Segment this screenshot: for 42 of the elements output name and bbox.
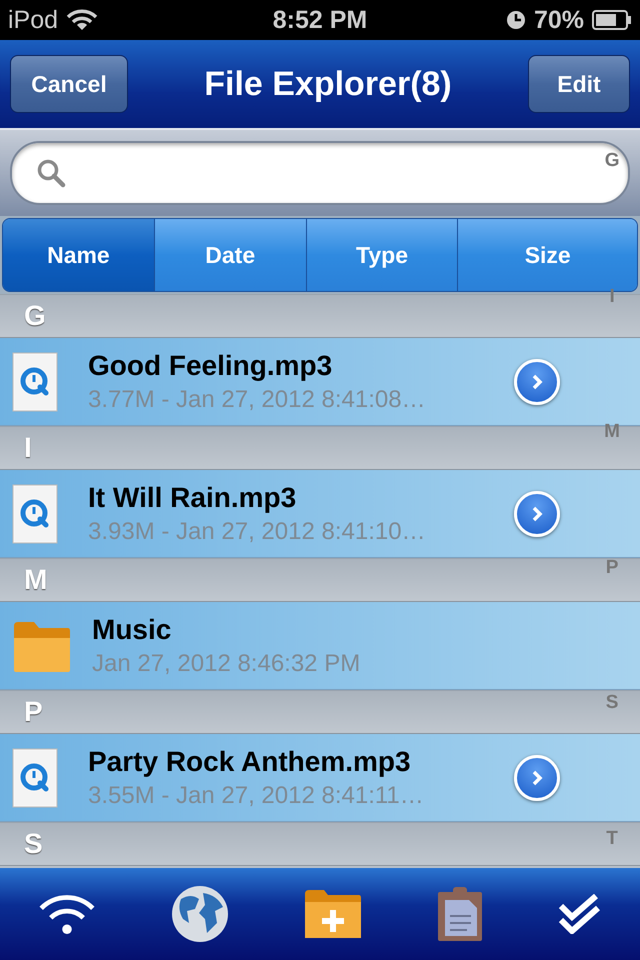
screen-title: File Explorer(8)	[204, 64, 452, 104]
cancel-button[interactable]: Cancel	[10, 55, 128, 113]
sort-tab[interactable]: Name	[3, 219, 155, 291]
file-name: Music	[92, 614, 172, 646]
file-name: It Will Rain.mp3	[88, 482, 298, 514]
clock-time: 8:52 PM	[272, 6, 368, 34]
edit-button[interactable]: Edit	[528, 55, 630, 113]
audio-file-icon	[12, 484, 58, 544]
search-icon	[36, 158, 66, 188]
search-field[interactable]	[10, 141, 630, 205]
add-folder-icon[interactable]	[304, 888, 362, 940]
battery-icon	[592, 10, 632, 30]
audio-file-icon	[12, 748, 58, 808]
device-name: iPod	[8, 6, 58, 34]
file-details: 3.55M - Jan 27, 2012 8:41:11…	[88, 782, 425, 810]
file-details: Jan 27, 2012 8:46:32 PM	[92, 650, 362, 678]
file-details: 3.93M - Jan 27, 2012 8:41:10…	[88, 518, 427, 546]
battery-percent: 70%	[534, 6, 584, 34]
file-name: Party Rock Anthem.mp3	[88, 746, 412, 778]
detail-disclosure-button[interactable]	[514, 490, 560, 536]
clipboard-icon[interactable]	[437, 886, 484, 942]
file-row[interactable]: Music Jan 27, 2012 8:46:32 PM	[0, 602, 640, 690]
section-letter: G	[24, 300, 46, 332]
file-details: 3.77M - Jan 27, 2012 8:41:08…	[88, 386, 427, 414]
sort-tab[interactable]: Date	[154, 219, 307, 291]
double-check-icon[interactable]	[558, 894, 602, 934]
section-letter: S	[24, 828, 43, 860]
section-letter: M	[24, 564, 48, 596]
clock-icon	[506, 10, 526, 30]
file-name: Good Feeling.mp3	[88, 350, 334, 382]
section-letter: P	[24, 696, 43, 728]
wifi-icon[interactable]	[38, 893, 96, 935]
wifi-icon	[66, 8, 98, 32]
audio-file-icon	[12, 352, 58, 412]
detail-disclosure-button[interactable]	[514, 754, 560, 800]
file-row[interactable]: Party Rock Anthem.mp3 3.55M - Jan 27, 2012 8:41:11…	[0, 734, 640, 822]
file-row[interactable]: It Will Rain.mp3 3.93M - Jan 27, 2012 8:41:10…	[0, 470, 640, 558]
section-letter: I	[24, 432, 32, 464]
sort-tab[interactable]: Type	[306, 219, 458, 291]
index-letter[interactable]: G	[604, 150, 620, 172]
globe-icon[interactable]	[170, 885, 229, 943]
detail-disclosure-button[interactable]	[514, 358, 560, 404]
